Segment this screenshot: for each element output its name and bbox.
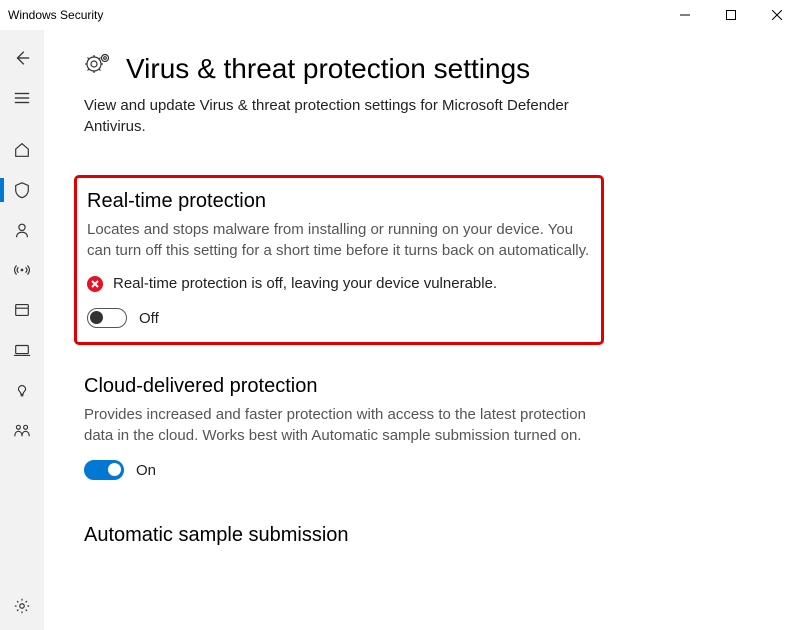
page-description: View and update Virus & threat protectio… [84,95,604,137]
realtime-protection-toggle[interactable] [87,308,127,328]
window-controls [662,0,800,30]
section-cloud-protection: Cloud-delivered protection Provides incr… [84,375,604,480]
page-header: Virus & threat protection settings [84,52,760,85]
warning-row: Real-time protection is off, leaving you… [87,275,591,292]
sidebar-item-home[interactable] [0,130,44,170]
minimize-button[interactable] [662,0,708,30]
cloud-protection-toggle[interactable] [84,460,124,480]
sidebar-item-firewall[interactable] [0,250,44,290]
section-title: Automatic sample submission [84,524,604,547]
sidebar-item-virus-protection[interactable] [0,170,44,210]
section-description: Provides increased and faster protection… [84,404,604,446]
page-title: Virus & threat protection settings [126,53,530,85]
back-button[interactable] [0,38,44,78]
gears-icon [84,52,112,85]
menu-button[interactable] [0,78,44,118]
sidebar-item-app-browser-control[interactable] [0,290,44,330]
sidebar-item-device-performance[interactable] [0,370,44,410]
sidebar-item-account-protection[interactable] [0,210,44,250]
maximize-button[interactable] [708,0,754,30]
titlebar: Windows Security [0,0,800,30]
section-title: Cloud-delivered protection [84,375,604,398]
section-description: Locates and stops malware from installin… [87,219,591,261]
sidebar-item-settings[interactable] [0,586,44,626]
warning-text: Real-time protection is off, leaving you… [113,275,497,292]
toggle-label: Off [139,310,159,327]
window-title: Windows Security [8,8,662,22]
sidebar-item-device-security[interactable] [0,330,44,370]
toggle-label: On [136,462,156,479]
main-content: Virus & threat protection settings View … [44,30,800,630]
toggle-row: Off [87,308,591,328]
section-title: Real-time protection [87,190,591,213]
sidebar-item-family-options[interactable] [0,410,44,450]
close-button[interactable] [754,0,800,30]
error-icon [87,276,103,292]
section-auto-sample-submission: Automatic sample submission [84,524,604,547]
sidebar [0,30,44,630]
toggle-row: On [84,460,604,480]
section-realtime-protection: Real-time protection Locates and stops m… [74,175,604,345]
